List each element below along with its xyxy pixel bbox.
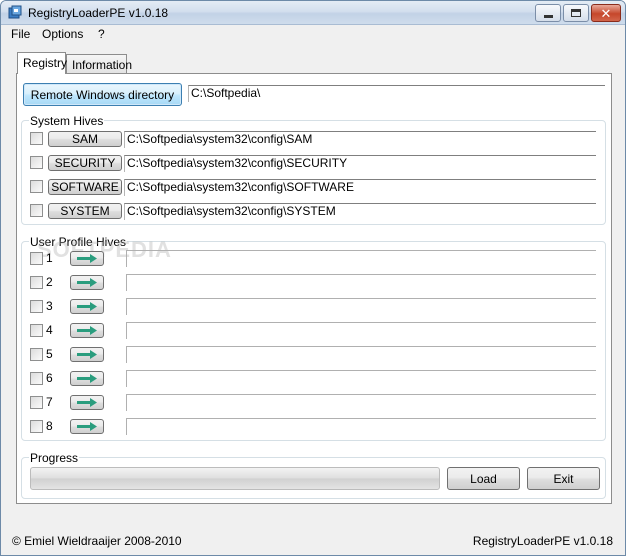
user-hive-number: 3 [46,299,53,313]
user-hive-path-field[interactable] [126,274,596,291]
copyright-text: © Emiel Wieldraaijer 2008-2010 [12,534,182,548]
user-hive-checkbox[interactable] [30,324,43,337]
security-button[interactable]: SECURITY [48,155,122,171]
menu-file[interactable]: File [11,27,30,41]
user-hive-path-field[interactable] [126,346,596,363]
remote-path-field[interactable]: C:\Softpedia\ [188,85,605,102]
user-hive-load-button[interactable] [70,419,104,434]
tab-registry[interactable]: Registry [17,52,67,74]
software-checkbox[interactable] [30,180,43,193]
menu-help[interactable]: ? [98,27,105,41]
user-hive-checkbox[interactable] [30,276,43,289]
user-hive-load-button[interactable] [70,347,104,362]
minimize-button[interactable] [535,4,561,22]
user-hive-checkbox[interactable] [30,348,43,361]
maximize-icon [571,9,581,17]
system-checkbox[interactable] [30,204,43,217]
security-path-field[interactable]: C:\Softpedia\system32\config\SECURITY [124,155,596,172]
exit-button[interactable]: Exit [527,467,600,490]
user-hive-path-field[interactable] [126,370,596,387]
user-hive-checkbox[interactable] [30,372,43,385]
progress-bar [30,467,440,490]
security-checkbox[interactable] [30,156,43,169]
window-title: RegistryLoaderPE v1.0.18 [28,6,169,20]
system-button[interactable]: SYSTEM [48,203,122,219]
user-hive-path-field[interactable] [126,394,596,411]
title-bar[interactable]: RegistryLoaderPE v1.0.18 ✕ [1,1,625,25]
user-hive-checkbox[interactable] [30,396,43,409]
menu-bar: File Options ? [1,25,625,43]
user-profile-hives-group [21,241,606,441]
sam-button[interactable]: SAM [48,131,122,147]
user-hive-checkbox[interactable] [30,420,43,433]
user-hive-load-button[interactable] [70,275,104,290]
tab-information[interactable]: Information [66,54,132,73]
user-hive-path-field[interactable] [126,418,596,435]
user-hive-number: 8 [46,419,53,433]
user-hive-number: 2 [46,275,53,289]
close-button[interactable]: ✕ [591,4,621,22]
user-hive-checkbox[interactable] [30,300,43,313]
user-hive-load-button[interactable] [70,323,104,338]
software-path-field[interactable]: C:\Softpedia\system32\config\SOFTWARE [124,179,596,196]
right-arrow-icon [77,302,97,311]
load-button[interactable]: Load [447,467,520,490]
progress-title: Progress [29,451,80,465]
user-hive-load-button[interactable] [70,251,104,266]
sam-checkbox[interactable] [30,132,43,145]
user-hive-load-button[interactable] [70,395,104,410]
app-window: RegistryLoaderPE v1.0.18 ✕ File Options … [0,0,626,556]
right-arrow-icon [77,350,97,359]
right-arrow-icon [77,254,97,263]
user-hive-checkbox[interactable] [30,252,43,265]
user-hive-path-field[interactable] [126,298,596,315]
sam-path-field[interactable]: C:\Softpedia\system32\config\SAM [124,131,596,148]
user-hive-number: 7 [46,395,53,409]
right-arrow-icon [77,398,97,407]
remote-windows-directory-button[interactable]: Remote Windows directory [23,83,182,106]
version-text: RegistryLoaderPE v1.0.18 [472,534,613,548]
menu-options[interactable]: Options [42,27,83,41]
close-icon: ✕ [600,5,612,21]
user-hive-number: 5 [46,347,53,361]
user-hive-load-button[interactable] [70,371,104,386]
right-arrow-icon [77,326,97,335]
user-hive-number: 1 [46,251,53,265]
system-path-field[interactable]: C:\Softpedia\system32\config\SYSTEM [124,203,596,220]
right-arrow-icon [77,374,97,383]
maximize-button[interactable] [563,4,589,22]
user-hive-load-button[interactable] [70,299,104,314]
system-hives-title: System Hives [29,114,105,128]
user-hive-path-field[interactable] [126,322,596,339]
app-icon [8,5,22,19]
user-hive-number: 6 [46,371,53,385]
user-hive-number: 4 [46,323,53,337]
minimize-icon [543,14,553,18]
right-arrow-icon [77,422,97,431]
user-hive-path-field[interactable] [126,250,596,267]
right-arrow-icon [77,278,97,287]
software-button[interactable]: SOFTWARE [48,179,122,195]
